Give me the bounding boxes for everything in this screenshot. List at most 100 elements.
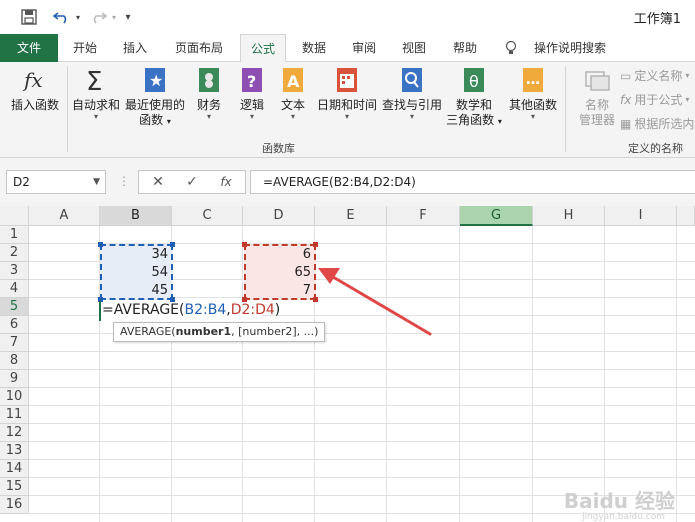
sigma-icon: Σ [82,66,110,97]
tooltip-function[interactable]: AVERAGE( [120,325,176,338]
define-name-button[interactable]: ▭ 定义名称 ▾ [620,68,689,84]
row-header-4[interactable]: 4 [0,280,29,298]
chevron-down-icon: ▾ [685,71,690,80]
svg-text:Σ: Σ [86,67,102,94]
create-from-selection-button[interactable]: ▦ 根据所选内容 [620,116,695,132]
formula-input[interactable]: =AVERAGE(B2:B4,D2:D4) [250,170,695,194]
fx-small-icon: fx [620,93,632,107]
column-header-f[interactable]: F [387,206,460,226]
datetime-label: 日期和时间 [316,98,377,112]
row-header-6[interactable]: 6 [0,316,29,334]
math-trig-button[interactable]: θ 数学和 三角函数 ▾ [446,66,502,129]
tab-review[interactable]: 审阅 [342,34,386,62]
row-header-5[interactable]: 5 [0,298,29,316]
insert-function-button[interactable]: fx 插入函数 [6,66,64,113]
cell-b3[interactable]: 54 [100,264,172,281]
insert-function-label: 插入函数 [10,98,59,112]
column-header-i[interactable]: I [605,206,677,226]
row-header-13[interactable]: 13 [0,442,29,460]
chevron-down-icon: ▾ [344,112,349,121]
tab-file[interactable]: 文件 [0,34,58,62]
name-manager-button[interactable]: 名称 管理器 [572,66,622,128]
cell-d3[interactable]: 65 [243,264,315,281]
recently-used-label: 最近使用的 [124,98,185,112]
tooltip-arg-current[interactable]: number1 [176,325,232,338]
redo-dropdown-icon[interactable]: ▾ [110,8,118,26]
chevron-down-icon: ▾ [249,112,254,121]
cell-b4[interactable]: 45 [100,282,172,299]
lightbulb-icon [505,40,517,59]
svg-text:θ: θ [469,72,479,91]
financial-button[interactable]: 财务 ▾ [190,66,228,121]
svg-text:★: ★ [149,71,163,90]
cancel-icon[interactable]: ✕ [143,171,173,193]
column-header-b[interactable]: B [100,206,172,226]
tab-page-layout[interactable]: 页面布局 [164,34,234,62]
undo-dropdown-icon[interactable]: ▾ [74,8,82,26]
tab-home[interactable]: 开始 [62,34,108,62]
row-header-7[interactable]: 7 [0,334,29,352]
row-header-14[interactable]: 14 [0,460,29,478]
row-header-2[interactable]: 2 [0,244,29,262]
select-all-corner[interactable] [0,206,29,226]
insert-function-fx-icon[interactable]: fx [211,171,241,193]
star-book-icon: ★ [141,66,169,94]
save-icon[interactable] [20,8,38,26]
cell-d4[interactable]: 7 [243,282,315,299]
formula-range-ref-2: D2:D4 [230,302,275,318]
column-header-c[interactable]: C [172,206,243,226]
tell-me-search[interactable]: 操作说明搜索 [528,34,612,62]
column-header-e[interactable]: E [315,206,387,226]
worksheet-grid[interactable]: A B C D E F G H I 1 2 3 4 5 6 7 8 9 10 11 12 13 14 15 1… [0,206,695,522]
tab-data[interactable]: 数据 [292,34,336,62]
customize-qat-icon[interactable]: ▾ [122,8,134,26]
function-tooltip: AVERAGE(number1, [number2], ...) [113,322,326,342]
tab-view[interactable]: 视图 [392,34,436,62]
baidu-watermark-url: jingyan.baidu.com [581,512,665,522]
row-header-12[interactable]: 12 [0,424,29,442]
ribbon-tabs: 文件 开始 插入 页面布局 公式 数据 审阅 视图 帮助 操作说明搜索 [0,34,695,63]
row-header-8[interactable]: 8 [0,352,29,370]
row-header-3[interactable]: 3 [0,262,29,280]
redo-icon[interactable] [88,8,110,26]
formula-range-ref-1: B2:B4 [184,302,227,318]
enter-check-icon[interactable]: ✓ [177,171,207,193]
cell-b2[interactable]: 34 [100,246,172,263]
column-header-g[interactable]: G [460,206,533,226]
resize-handle-icon[interactable]: ⋮ [118,174,130,188]
logical-button[interactable]: ? 逻辑 ▾ [233,66,271,121]
chevron-down-icon[interactable]: ▼ [93,171,100,193]
cell-d2[interactable]: 6 [243,246,315,263]
undo-icon[interactable] [50,8,74,26]
cell-b5-editing[interactable]: =AVERAGE(B2:B4,D2:D4) [100,302,280,321]
text-button[interactable]: A 文本 ▾ [275,66,311,121]
formula-function-text: =AVERAGE( [102,302,185,318]
column-header-h[interactable]: H [533,206,605,226]
row-header-16[interactable]: 16 [0,496,29,514]
svg-text:…: … [526,72,540,88]
row-header-1[interactable]: 1 [0,226,29,244]
tab-formulas[interactable]: 公式 [240,34,286,63]
name-box[interactable]: D2 ▼ [6,170,106,194]
tab-help[interactable]: 帮助 [442,34,488,62]
column-header-d[interactable]: D [243,206,315,226]
group-label-defined-names: 定义的名称 [628,142,683,155]
row-header-11[interactable]: 11 [0,406,29,424]
row-header-15[interactable]: 15 [0,478,29,496]
column-header-a[interactable]: A [29,206,100,226]
name-manager-icon [583,66,611,94]
lookup-button[interactable]: 查找与引用 ▾ [381,66,443,121]
recently-used-button[interactable]: ★ 最近使用的 函数 ▾ [124,66,186,129]
tab-insert[interactable]: 插入 [112,34,158,62]
name-box-value: D2 [13,175,30,189]
row-header-10[interactable]: 10 [0,388,29,406]
chevron-down-icon: ▾ [290,112,295,121]
grid-line [29,441,695,442]
chevron-down-icon: ▾ [685,95,690,104]
autosum-button[interactable]: Σ 自动求和 ▾ [70,66,122,121]
more-functions-button[interactable]: … 其他函数 ▾ [505,66,561,121]
logical-label: 逻辑 [239,98,264,112]
datetime-button[interactable]: 日期和时间 ▾ [315,66,379,121]
use-in-formula-button[interactable]: fx 用于公式 ▾ [620,92,689,108]
row-header-9[interactable]: 9 [0,370,29,388]
